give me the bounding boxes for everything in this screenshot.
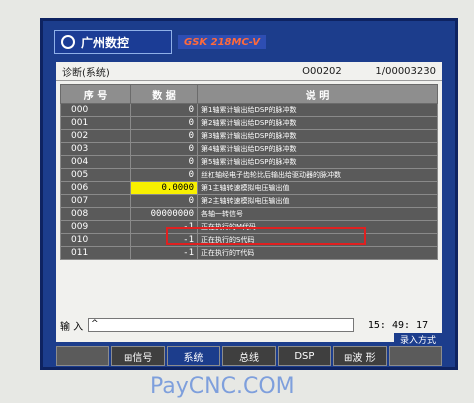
- page-indicator: 1/00003230: [375, 65, 436, 77]
- table-row[interactable]: 006 0.0000 第1主轴转速模拟电压输出值: [60, 181, 438, 195]
- input-field[interactable]: ^: [88, 318, 354, 332]
- row-value: 0: [130, 103, 198, 117]
- col-header-description: 说 明: [197, 84, 438, 104]
- softkey-dsp[interactable]: DSP: [277, 346, 332, 366]
- row-number: 006: [60, 181, 131, 195]
- row-value: 0: [130, 129, 198, 143]
- row-description: 丝杠轴经电子齿轮比后输出给驱动器的脉冲数: [197, 168, 438, 182]
- row-value: 0: [130, 168, 198, 182]
- panel-title: 诊断(系统): [62, 67, 110, 79]
- col-header-number: 序 号: [60, 84, 131, 104]
- table-row[interactable]: 000 0 第1轴累计输出给DSP的脉冲数: [60, 103, 438, 117]
- softkey-signal[interactable]: ⊞信号: [111, 346, 165, 366]
- row-number: 011: [60, 246, 131, 260]
- brand-logo-icon: [61, 35, 75, 49]
- row-description: 第1主轴转速模拟电压输出值: [197, 181, 438, 195]
- row-description: 各轴一转信号: [197, 207, 438, 221]
- row-number: 008: [60, 207, 131, 221]
- softkey-waveform[interactable]: ⊞波 形: [333, 346, 387, 366]
- col-header-data: 数 据: [130, 84, 198, 104]
- row-number: 010: [60, 233, 131, 247]
- row-description: 第5轴累计输出给DSP的脉冲数: [197, 155, 438, 169]
- table-row[interactable]: 004 0 第5轴累计输出给DSP的脉冲数: [60, 155, 438, 169]
- row-number: 007: [60, 194, 131, 208]
- clock: 15: 49: 17: [367, 319, 429, 331]
- softkey-right-arrow[interactable]: [388, 346, 442, 366]
- row-number: 004: [60, 155, 131, 169]
- row-number: 002: [60, 129, 131, 143]
- row-value: 0: [130, 142, 198, 156]
- diagnosis-panel: 诊断(系统) O00202 1/00003230 序 号 数 据 说 明 000…: [56, 62, 442, 347]
- table-row[interactable]: 001 0 第2轴累计输出给DSP的脉冲数: [60, 116, 438, 130]
- row-description: 第2主轴转速模拟电压输出值: [197, 194, 438, 208]
- row-description: 第2轴累计输出给DSP的脉冲数: [197, 116, 438, 130]
- row-value: 0.0000: [130, 181, 198, 195]
- row-number: 005: [60, 168, 131, 182]
- softkey-bar: ⊞信号 系统 总线 DSP ⊞波 形: [56, 346, 442, 366]
- status-bar: 录入方式: [56, 333, 442, 347]
- row-description: 第1轴累计输出给DSP的脉冲数: [197, 103, 438, 117]
- softkey-system[interactable]: 系统: [166, 346, 221, 366]
- row-number: 009: [60, 220, 131, 234]
- cnc-screen: 广州数控 GSK 218MC-V 诊断(系统) O00202 1/0000323…: [40, 18, 458, 370]
- table-row[interactable]: 002 0 第3轴累计输出给DSP的脉冲数: [60, 129, 438, 143]
- row-description: 正在执行的T代码: [197, 246, 438, 260]
- row-value: 0: [130, 194, 198, 208]
- watermark: PayCNC.COM: [150, 374, 295, 399]
- table-row[interactable]: 011 -1 正在执行的T代码: [60, 246, 438, 260]
- panel-title-bar: 诊断(系统) O00202 1/00003230: [56, 62, 442, 81]
- softkey-left-arrow[interactable]: [56, 346, 110, 366]
- brand-logo-text: 广州数控: [81, 35, 130, 50]
- model-badge: GSK 218MC-V: [178, 35, 266, 49]
- header: 广州数控 GSK 218MC-V: [54, 30, 444, 54]
- highlight-annotation-box: [166, 227, 366, 245]
- brand-logo: 广州数控: [54, 30, 172, 54]
- row-number: 000: [60, 103, 131, 117]
- table-row[interactable]: 003 0 第4轴累计输出给DSP的脉冲数: [60, 142, 438, 156]
- row-value: -1: [130, 246, 198, 260]
- table-row[interactable]: 008 00000000 各轴一转信号: [60, 207, 438, 221]
- row-number: 003: [60, 142, 131, 156]
- row-description: 第3轴累计输出给DSP的脉冲数: [197, 129, 438, 143]
- row-number: 001: [60, 116, 131, 130]
- row-description: 第4轴累计输出给DSP的脉冲数: [197, 142, 438, 156]
- row-value: 0: [130, 116, 198, 130]
- input-label: 输 入: [60, 321, 84, 333]
- program-code: O00202: [302, 65, 342, 77]
- table-row[interactable]: 005 0 丝杠轴经电子齿轮比后输出给驱动器的脉冲数: [60, 168, 438, 182]
- input-bar: 输 入 ^ 15: 49: 17: [56, 318, 442, 333]
- table-row[interactable]: 007 0 第2主轴转速模拟电压输出值: [60, 194, 438, 208]
- row-value: 0: [130, 155, 198, 169]
- row-value: 00000000: [130, 207, 198, 221]
- softkey-bus[interactable]: 总线: [222, 346, 276, 366]
- mode-indicator: 录入方式: [394, 333, 442, 347]
